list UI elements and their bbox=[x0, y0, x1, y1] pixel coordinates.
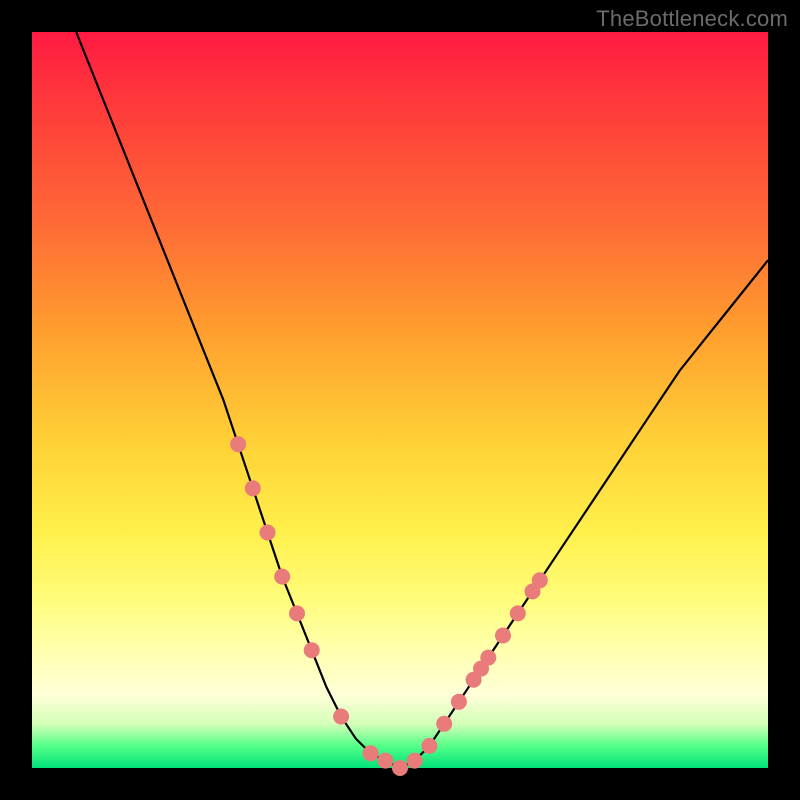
highlight-dot bbox=[333, 709, 349, 725]
highlight-dot bbox=[495, 628, 511, 644]
highlight-dot bbox=[392, 760, 408, 776]
curve-svg bbox=[32, 32, 768, 768]
highlight-dot bbox=[532, 572, 548, 588]
bottleneck-curve bbox=[76, 32, 768, 768]
highlight-dot bbox=[436, 716, 452, 732]
highlight-dot bbox=[260, 525, 276, 541]
highlight-dot bbox=[304, 642, 320, 658]
highlight-dot bbox=[377, 753, 393, 769]
plot-area bbox=[32, 32, 768, 768]
highlight-dots bbox=[230, 436, 548, 776]
highlight-dot bbox=[363, 745, 379, 761]
highlight-dot bbox=[289, 605, 305, 621]
highlight-dot bbox=[510, 605, 526, 621]
highlight-dot bbox=[421, 738, 437, 754]
highlight-dot bbox=[480, 650, 496, 666]
highlight-dot bbox=[245, 480, 261, 496]
highlight-dot bbox=[274, 569, 290, 585]
highlight-dot bbox=[407, 753, 423, 769]
watermark-label: TheBottleneck.com bbox=[596, 6, 788, 32]
highlight-dot bbox=[451, 694, 467, 710]
chart-frame: TheBottleneck.com bbox=[0, 0, 800, 800]
highlight-dot bbox=[230, 436, 246, 452]
